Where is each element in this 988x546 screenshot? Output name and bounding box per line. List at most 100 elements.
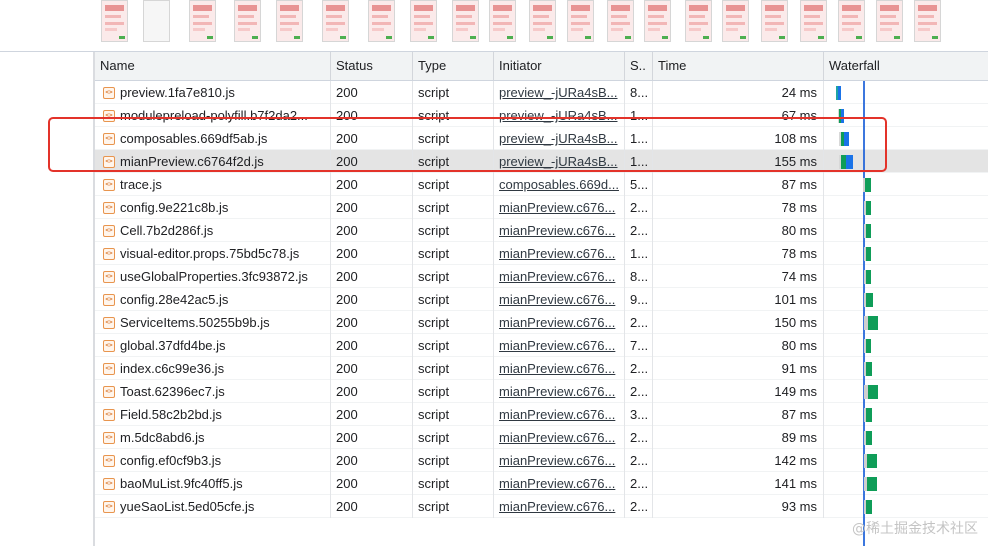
column-header-type[interactable]: Type bbox=[413, 52, 494, 80]
filmstrip-frame[interactable] bbox=[838, 0, 865, 42]
request-time: 142 ms bbox=[653, 449, 824, 472]
filmstrip-frame[interactable] bbox=[644, 0, 671, 42]
table-row[interactable]: <> Toast.62396ec7.js 200 script mianPreview.… bbox=[95, 380, 988, 403]
column-header-initiator[interactable]: Initiator bbox=[494, 52, 625, 80]
filmstrip-frame[interactable] bbox=[234, 0, 261, 42]
request-type: script bbox=[413, 357, 494, 380]
table-row[interactable]: <> baoMuList.9fc40ff5.js 200 script mianPrev… bbox=[95, 472, 988, 495]
request-time: 150 ms bbox=[653, 311, 824, 334]
table-row[interactable]: <> preview.1fa7e810.js 200 script preview_-j… bbox=[95, 81, 988, 104]
waterfall-bar[interactable] bbox=[864, 201, 871, 215]
request-initiator[interactable]: mianPreview.c676... bbox=[494, 403, 625, 426]
request-initiator[interactable]: preview_-jURa4sB... bbox=[494, 81, 625, 104]
waterfall-bar[interactable] bbox=[836, 86, 841, 100]
request-time: 24 ms bbox=[653, 81, 824, 104]
request-initiator[interactable]: mianPreview.c676... bbox=[494, 265, 625, 288]
request-initiator[interactable]: mianPreview.c676... bbox=[494, 449, 625, 472]
request-time: 89 ms bbox=[653, 426, 824, 449]
filmstrip-frame[interactable] bbox=[607, 0, 634, 42]
js-file-icon: <> bbox=[103, 386, 115, 398]
request-initiator[interactable]: mianPreview.c676... bbox=[494, 472, 625, 495]
column-header-waterfall[interactable]: Waterfall bbox=[824, 52, 988, 80]
filmstrip-frame[interactable] bbox=[143, 0, 170, 42]
request-time: 101 ms bbox=[653, 288, 824, 311]
request-size: 8... bbox=[625, 265, 653, 288]
js-file-icon: <> bbox=[103, 409, 115, 421]
request-initiator[interactable]: mianPreview.c676... bbox=[494, 311, 625, 334]
table-row[interactable]: <> ServiceItems.50255b9b.js 200 script mianP… bbox=[95, 311, 988, 334]
table-row[interactable]: <> Cell.7b2d286f.js 200 script mianPreview.c… bbox=[95, 219, 988, 242]
column-header-time[interactable]: Time bbox=[653, 52, 824, 80]
table-row[interactable]: <> m.5dc8abd6.js 200 script mianPreview.c676… bbox=[95, 426, 988, 449]
waterfall-bar[interactable] bbox=[864, 385, 878, 399]
request-status: 200 bbox=[331, 334, 413, 357]
request-name: <> m.5dc8abd6.js bbox=[95, 426, 331, 449]
table-row[interactable]: <> global.37dfd4be.js 200 script mianPreview… bbox=[95, 334, 988, 357]
request-status: 200 bbox=[331, 311, 413, 334]
waterfall-bar[interactable] bbox=[864, 362, 872, 376]
filmstrip-frame[interactable] bbox=[489, 0, 516, 42]
filmstrip-frame[interactable] bbox=[567, 0, 594, 42]
request-initiator[interactable]: mianPreview.c676... bbox=[494, 495, 625, 518]
request-status: 200 bbox=[331, 426, 413, 449]
filmstrip-frame[interactable] bbox=[800, 0, 827, 42]
request-initiator[interactable]: mianPreview.c676... bbox=[494, 334, 625, 357]
js-file-icon: <> bbox=[103, 271, 115, 283]
waterfall-bar[interactable] bbox=[863, 178, 871, 192]
request-initiator[interactable]: mianPreview.c676... bbox=[494, 380, 625, 403]
request-name: <> trace.js bbox=[95, 173, 331, 196]
filmstrip-frame[interactable] bbox=[761, 0, 788, 42]
filmstrip-frame[interactable] bbox=[685, 0, 712, 42]
waterfall-bar[interactable] bbox=[864, 316, 878, 330]
request-time: 80 ms bbox=[653, 334, 824, 357]
column-header-status[interactable]: Status bbox=[331, 52, 413, 80]
waterfall-bar[interactable] bbox=[864, 500, 872, 514]
request-initiator[interactable]: mianPreview.c676... bbox=[494, 242, 625, 265]
request-status: 200 bbox=[331, 288, 413, 311]
filmstrip-frame[interactable] bbox=[368, 0, 395, 42]
table-row[interactable]: <> config.9e221c8b.js 200 script mianPreview… bbox=[95, 196, 988, 219]
filmstrip-frame[interactable] bbox=[529, 0, 556, 42]
table-row[interactable]: <> useGlobalProperties.3fc93872.js 200 scri… bbox=[95, 265, 988, 288]
waterfall-bar[interactable] bbox=[864, 270, 871, 284]
waterfall-bar[interactable] bbox=[864, 408, 872, 422]
filmstrip-frame[interactable] bbox=[876, 0, 903, 42]
table-row[interactable]: <> visual-editor.props.75bd5c78.js 200 scri… bbox=[95, 242, 988, 265]
column-header-name[interactable]: Name bbox=[95, 52, 331, 80]
filmstrip-frame[interactable] bbox=[914, 0, 941, 42]
table-row[interactable]: <> config.ef0cf9b3.js 200 script mianPreview… bbox=[95, 449, 988, 472]
waterfall-bar[interactable] bbox=[864, 431, 872, 445]
request-initiator[interactable]: mianPreview.c676... bbox=[494, 426, 625, 449]
waterfall-bar[interactable] bbox=[864, 293, 873, 307]
request-size: 1... bbox=[625, 242, 653, 265]
filmstrip-frame[interactable] bbox=[322, 0, 349, 42]
table-row[interactable]: <> trace.js 200 script composables.669d... 5.… bbox=[95, 173, 988, 196]
request-initiator[interactable]: mianPreview.c676... bbox=[494, 219, 625, 242]
table-row[interactable]: <> config.28e42ac5.js 200 script mianPreview… bbox=[95, 288, 988, 311]
request-name: <> index.c6c99e36.js bbox=[95, 357, 331, 380]
table-row[interactable]: <> Field.58c2b2bd.js 200 script mianPreview.… bbox=[95, 403, 988, 426]
filmstrip-frame[interactable] bbox=[101, 0, 128, 42]
filmstrip-frame[interactable] bbox=[722, 0, 749, 42]
waterfall-bar[interactable] bbox=[864, 247, 871, 261]
waterfall-bar[interactable] bbox=[864, 224, 871, 238]
request-type: script bbox=[413, 334, 494, 357]
waterfall-bar[interactable] bbox=[864, 339, 871, 353]
request-waterfall-cell bbox=[824, 403, 988, 426]
request-type: script bbox=[413, 288, 494, 311]
filmstrip-frame[interactable] bbox=[189, 0, 216, 42]
table-row[interactable]: <> yueSaoList.5ed05cfe.js 200 script mianPre… bbox=[95, 495, 988, 518]
column-header-size[interactable]: S.. bbox=[625, 52, 653, 80]
waterfall-bar[interactable] bbox=[864, 477, 877, 491]
filmstrip-frame[interactable] bbox=[410, 0, 437, 42]
request-initiator[interactable]: mianPreview.c676... bbox=[494, 196, 625, 219]
request-name: <> config.9e221c8b.js bbox=[95, 196, 331, 219]
request-initiator[interactable]: mianPreview.c676... bbox=[494, 288, 625, 311]
table-row[interactable]: <> index.c6c99e36.js 200 script mianPreview.… bbox=[95, 357, 988, 380]
filmstrip-frame[interactable] bbox=[452, 0, 479, 42]
waterfall-bar[interactable] bbox=[864, 454, 877, 468]
request-type: script bbox=[413, 495, 494, 518]
request-initiator[interactable]: composables.669d... bbox=[494, 173, 625, 196]
request-initiator[interactable]: mianPreview.c676... bbox=[494, 357, 625, 380]
filmstrip-frame[interactable] bbox=[276, 0, 303, 42]
